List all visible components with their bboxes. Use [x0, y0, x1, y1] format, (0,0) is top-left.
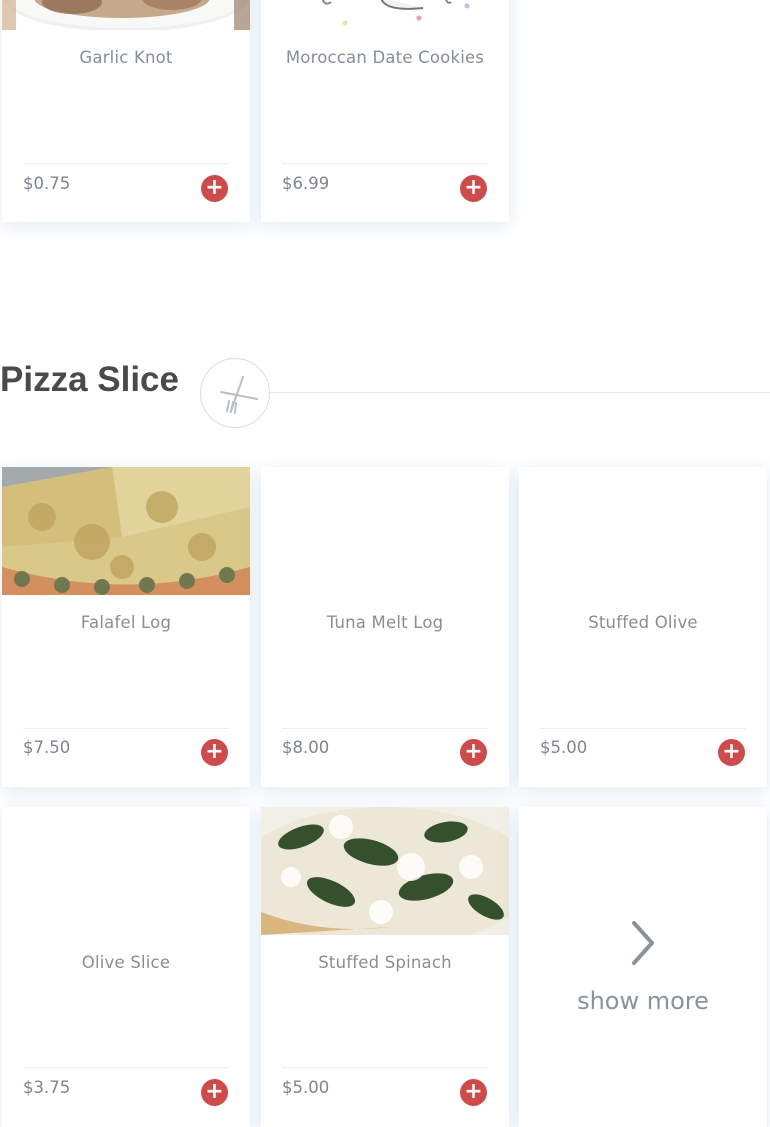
item-price: $3.75 [23, 1078, 71, 1097]
menu-card-olive-slice[interactable]: Olive Slice $3.75 + [2, 807, 250, 1127]
show-more-label: show more [577, 987, 709, 1015]
divider [282, 163, 488, 164]
spinach-pizza-photo [261, 807, 509, 947]
item-price: $8.00 [282, 738, 330, 757]
item-price: $7.50 [23, 738, 71, 757]
item-name: Stuffed Olive [588, 613, 698, 632]
add-to-cart-button[interactable]: + [201, 739, 228, 766]
item-name: Tuna Melt Log [326, 613, 444, 632]
menu-card-tuna-melt-log[interactable]: Tuna Melt Log $8.00 + [261, 467, 509, 787]
menu-card-moroccan-date-cookies[interactable]: Moroccan Date Cookies $6.99 + [261, 0, 509, 222]
food-image [2, 467, 250, 595]
item-name: Stuffed Spinach [318, 953, 452, 972]
item-name: Falafel Log [80, 613, 172, 632]
fork-knife-icon [200, 358, 270, 428]
food-image [2, 0, 250, 32]
item-name: Olive Slice [81, 953, 171, 972]
section-title: Pizza Slice [0, 360, 179, 399]
divider [23, 1067, 229, 1068]
cookies-photo [261, 0, 509, 30]
divider [23, 163, 229, 164]
item-price: $0.75 [23, 174, 71, 193]
item-price: $5.00 [540, 738, 588, 757]
chevron-right-icon [632, 921, 654, 965]
item-price: $5.00 [282, 1078, 330, 1097]
item-price: $6.99 [282, 174, 330, 193]
add-to-cart-button[interactable]: + [201, 175, 228, 202]
add-to-cart-button[interactable]: + [460, 175, 487, 202]
divider [282, 728, 488, 729]
add-to-cart-button[interactable]: + [460, 1079, 487, 1106]
garlic-knot-photo [2, 0, 250, 32]
food-image [261, 0, 509, 30]
section-divider-line [268, 392, 770, 393]
menu-card-stuffed-spinach[interactable]: Stuffed Spinach $5.00 + [261, 807, 509, 1127]
item-name: Garlic Knot [79, 48, 173, 67]
food-image [261, 807, 509, 947]
menu-card-garlic-knot[interactable]: Garlic Knot $0.75 + [2, 0, 250, 222]
divider [540, 728, 746, 729]
add-to-cart-button[interactable]: + [460, 739, 487, 766]
menu-card-stuffed-olive[interactable]: Stuffed Olive $5.00 + [519, 467, 767, 787]
menu-card-falafel-log[interactable]: Falafel Log $7.50 + [2, 467, 250, 787]
show-more-card[interactable]: show more [519, 807, 767, 1127]
add-to-cart-button[interactable]: + [201, 1079, 228, 1106]
divider [282, 1067, 488, 1068]
divider [23, 728, 229, 729]
item-name: Moroccan Date Cookies [285, 48, 485, 67]
pizza-photo [2, 467, 250, 595]
add-to-cart-button[interactable]: + [718, 739, 745, 766]
